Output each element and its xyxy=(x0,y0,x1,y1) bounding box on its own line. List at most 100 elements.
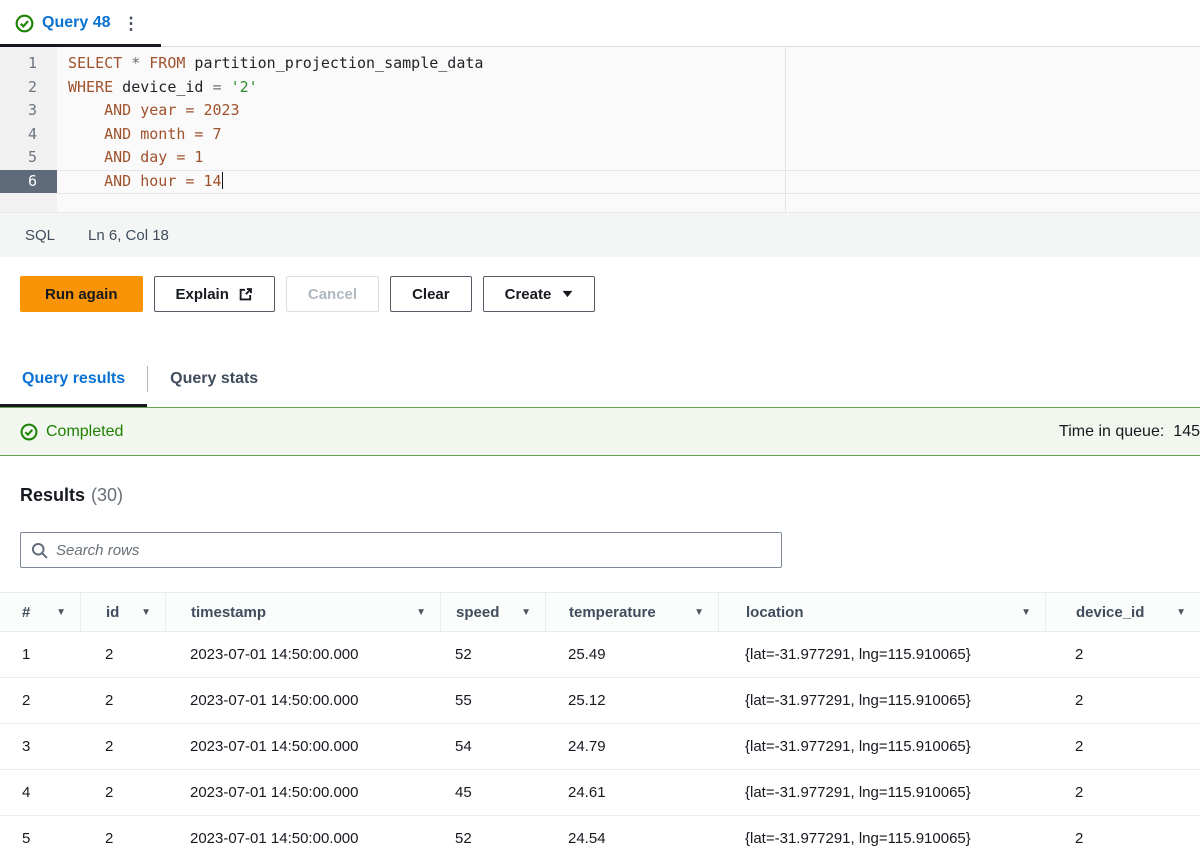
column-filter-icon[interactable]: ▼ xyxy=(521,607,531,618)
search-icon xyxy=(31,542,48,559)
table-cell: 2023-07-01 14:50:00.000 xyxy=(165,738,440,755)
table-cell: 25.49 xyxy=(545,646,718,663)
time-in-queue-label: Time in queue: xyxy=(1059,423,1164,440)
table-row[interactable]: 522023-07-01 14:50:00.0005224.54{lat=-31… xyxy=(0,815,1200,861)
table-row[interactable]: 422023-07-01 14:50:00.0004524.61{lat=-31… xyxy=(0,769,1200,815)
column-header-temperature[interactable]: temperature ▼ xyxy=(545,593,718,631)
table-cell: 52 xyxy=(440,646,545,663)
table-row[interactable]: 222023-07-01 14:50:00.0005525.12{lat=-31… xyxy=(0,677,1200,723)
code-token: WHERE xyxy=(68,78,113,96)
table-cell: 52 xyxy=(440,830,545,847)
query-tab[interactable]: Query 48 ⋮ xyxy=(0,0,161,46)
editor-status-bar: SQL Ln 6, Col 18 xyxy=(0,212,1200,257)
tab-query-results-label: Query results xyxy=(22,370,125,388)
column-label: speed xyxy=(456,604,499,621)
column-label: # xyxy=(22,604,30,621)
kebab-menu-icon[interactable]: ⋮ xyxy=(118,13,143,34)
code-token: SELECT xyxy=(68,54,122,72)
table-cell: 2 xyxy=(1045,830,1200,847)
column-header-timestamp[interactable]: timestamp ▼ xyxy=(165,593,440,631)
table-cell: 2 xyxy=(80,784,165,801)
cancel-label: Cancel xyxy=(308,286,357,303)
cancel-button[interactable]: Cancel xyxy=(286,276,379,312)
column-filter-icon[interactable]: ▼ xyxy=(141,607,151,618)
column-header-device_id[interactable]: device_id ▼ xyxy=(1045,593,1200,631)
column-label: device_id xyxy=(1076,604,1144,621)
column-label: location xyxy=(746,604,804,621)
table-cell: 1 xyxy=(0,646,80,663)
column-filter-icon[interactable]: ▼ xyxy=(416,607,426,618)
clear-button[interactable]: Clear xyxy=(390,276,472,312)
table-cell: 54 xyxy=(440,738,545,755)
code-line[interactable]: WHERE device_id = '2' xyxy=(68,76,1200,100)
column-filter-icon[interactable]: ▼ xyxy=(1176,607,1186,618)
code-token: AND month = 7 xyxy=(68,125,222,143)
table-cell: 2 xyxy=(1045,738,1200,755)
table-cell: 2 xyxy=(1045,692,1200,709)
search-box[interactable] xyxy=(20,532,782,568)
column-header-row-number[interactable]: #▼ xyxy=(0,593,80,631)
tab-query-results[interactable]: Query results xyxy=(0,351,147,407)
column-header-speed[interactable]: speed ▼ xyxy=(440,593,545,631)
query-success-icon xyxy=(15,14,34,33)
code-token: AND year = 2023 xyxy=(68,101,240,119)
chevron-down-icon xyxy=(562,290,573,298)
results-heading: Results(30) xyxy=(20,485,1200,506)
status-banner: Completed Time in queue:145 xyxy=(0,407,1200,456)
toolbar: Run again Explain Cancel Clear Create xyxy=(0,276,1200,312)
explain-label: Explain xyxy=(176,286,229,303)
table-cell: 2 xyxy=(0,692,80,709)
table-cell: {lat=-31.977291, lng=115.910065} xyxy=(718,830,1045,847)
tab-query-stats[interactable]: Query stats xyxy=(148,351,280,407)
column-filter-icon[interactable]: ▼ xyxy=(56,607,66,618)
table-row[interactable]: 1 2 2023-07-01 14:50:00.0005225.49{lat=-31… xyxy=(0,631,1200,677)
code-line[interactable]: SELECT * FROM partition_projection_sampl… xyxy=(68,52,1200,76)
table-cell: 24.61 xyxy=(545,784,718,801)
editor-language-label: SQL xyxy=(25,227,55,244)
column-header-id[interactable]: id ▼ xyxy=(80,593,165,631)
line-number: 5 xyxy=(0,146,57,170)
sql-editor[interactable]: 123456 SELECT * FROM partition_projectio… xyxy=(0,47,1200,212)
run-again-button[interactable]: Run again xyxy=(20,276,143,312)
code-lines[interactable]: SELECT * FROM partition_projection_sampl… xyxy=(57,47,1200,212)
code-line[interactable]: AND year = 2023 xyxy=(68,99,1200,123)
table-cell: 24.79 xyxy=(545,738,718,755)
line-number: 1 xyxy=(0,52,57,76)
explain-button[interactable]: Explain xyxy=(154,276,275,312)
code-line[interactable]: AND hour = 14 xyxy=(68,170,1200,194)
results-tab-bar: Query results Query stats xyxy=(0,351,1200,407)
code-token: device_id xyxy=(113,78,212,96)
table-cell: 4 xyxy=(0,784,80,801)
create-label: Create xyxy=(505,286,552,303)
table-row[interactable]: 322023-07-01 14:50:00.0005424.79{lat=-31… xyxy=(0,723,1200,769)
table-cell: 2 xyxy=(80,830,165,847)
run-again-label: Run again xyxy=(45,286,118,303)
search-input[interactable] xyxy=(56,542,771,559)
column-label: temperature xyxy=(569,604,656,621)
table-cell: 24.54 xyxy=(545,830,718,847)
line-number: 6 xyxy=(0,170,57,194)
line-number: 2 xyxy=(0,76,57,100)
external-link-icon xyxy=(238,287,253,302)
column-filter-icon[interactable]: ▼ xyxy=(694,607,704,618)
table-cell: 25.12 xyxy=(545,692,718,709)
table-cell: {lat=-31.977291, lng=115.910065} xyxy=(718,646,1045,663)
results-table: #▼id▼timestamp▼speed▼temperature▼locatio… xyxy=(0,592,1200,861)
text-cursor xyxy=(222,172,223,189)
create-button[interactable]: Create xyxy=(483,276,596,312)
table-cell: 2 xyxy=(1045,646,1200,663)
table-cell: 2023-07-01 14:50:00.000 xyxy=(165,646,440,663)
results-title: Results xyxy=(20,485,85,505)
code-token: FROM xyxy=(149,54,185,72)
code-token: = xyxy=(213,78,231,96)
column-filter-icon[interactable]: ▼ xyxy=(1021,607,1031,618)
column-label: id xyxy=(106,604,119,621)
code-token: '2' xyxy=(231,78,258,96)
code-line[interactable]: AND day = 1 xyxy=(68,146,1200,170)
table-cell: 2 xyxy=(80,738,165,755)
table-cell: 2023-07-01 14:50:00.000 xyxy=(165,692,440,709)
column-header-location[interactable]: location ▼ xyxy=(718,593,1045,631)
column-label: timestamp xyxy=(191,604,266,621)
code-line[interactable]: AND month = 7 xyxy=(68,123,1200,147)
table-header-row: #▼id▼timestamp▼speed▼temperature▼locatio… xyxy=(0,593,1200,631)
